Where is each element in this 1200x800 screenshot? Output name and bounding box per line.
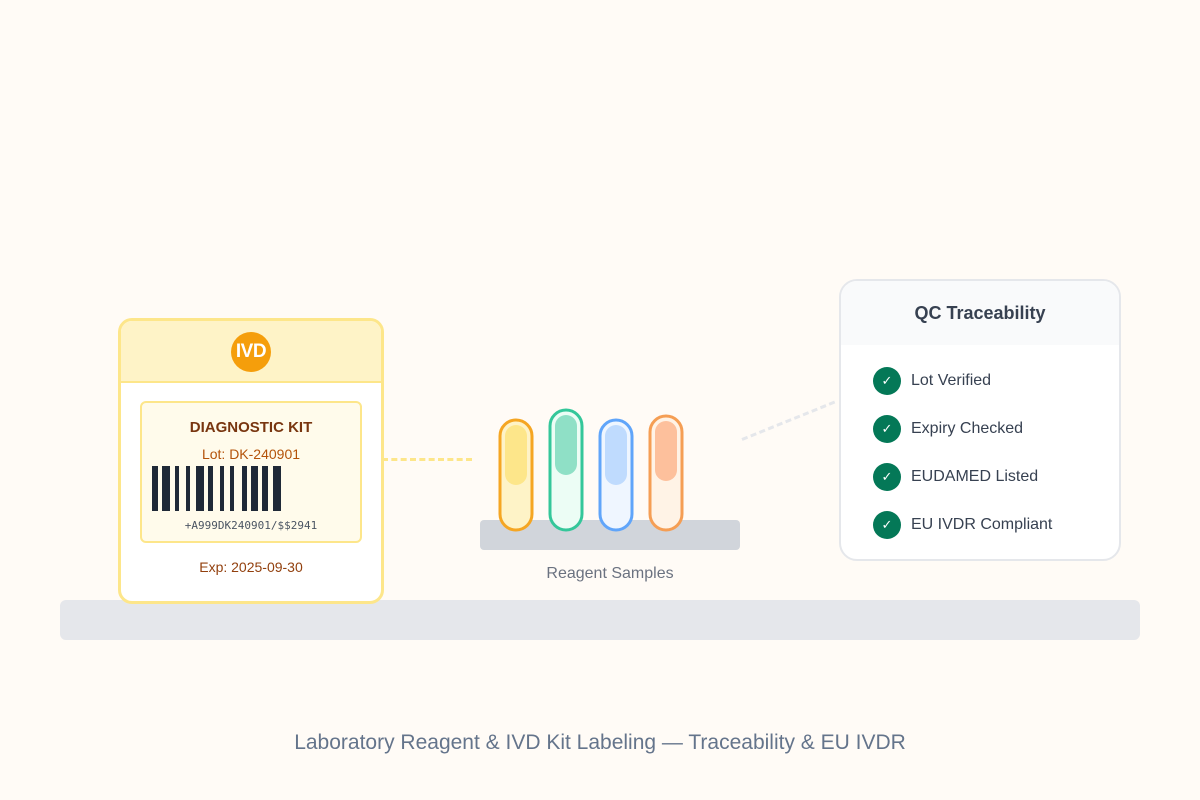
qc-item-label: Expiry Checked [911,420,1024,437]
kit-header: IVD [121,321,381,383]
kit-lot-number: Lot: DK-240901 [201,446,301,462]
kit-label: DIAGNOSTIC KIT Lot: DK-240901 +A999DK240… [140,401,362,543]
tube-teal [548,408,584,532]
samples-to-qc-connector [741,400,836,441]
tube-amber [498,418,534,532]
qc-item-label: EU IVDR Compliant [911,516,1053,533]
qc-traceability-panel: QC Traceability ✓ Lot Verified ✓ Expiry … [839,279,1121,561]
qc-checklist: ✓ Lot Verified ✓ Expiry Checked ✓ EUDAME… [873,367,1052,559]
check-icon: ✓ [873,463,901,491]
kit-to-samples-connector [382,458,472,461]
qc-item-ivdr-compliant: ✓ EU IVDR Compliant [873,511,1052,539]
ivd-kit-card: IVD DIAGNOSTIC KIT Lot: DK-240901 +A999D… [118,318,384,604]
figure-caption: Laboratory Reagent & IVD Kit Labeling — … [294,731,906,754]
check-icon: ✓ [873,511,901,539]
qc-header: QC Traceability [841,281,1119,345]
lab-bench [60,600,1140,640]
barcode-icon [152,466,281,511]
check-icon: ✓ [873,415,901,443]
check-icon: ✓ [873,367,901,395]
tube-blue [598,418,634,532]
barcode-text: +A999DK240901/$$2941 [184,519,318,532]
kit-expiry-date: Exp: 2025-09-30 [199,559,303,575]
qc-item-label: EUDAMED Listed [911,468,1039,485]
qc-item-lot-verified: ✓ Lot Verified [873,367,1052,395]
ivd-badge: IVD [231,332,271,372]
qc-item-label: Lot Verified [911,372,992,389]
tube-orange [648,414,684,532]
kit-title: DIAGNOSTIC KIT [189,419,313,436]
qc-item-eudamed-listed: ✓ EUDAMED Listed [873,463,1052,491]
qc-title: QC Traceability [914,302,1046,323]
qc-item-expiry-checked: ✓ Expiry Checked [873,415,1052,443]
reagent-tubes [498,408,684,532]
samples-caption: Reagent Samples [546,565,674,582]
